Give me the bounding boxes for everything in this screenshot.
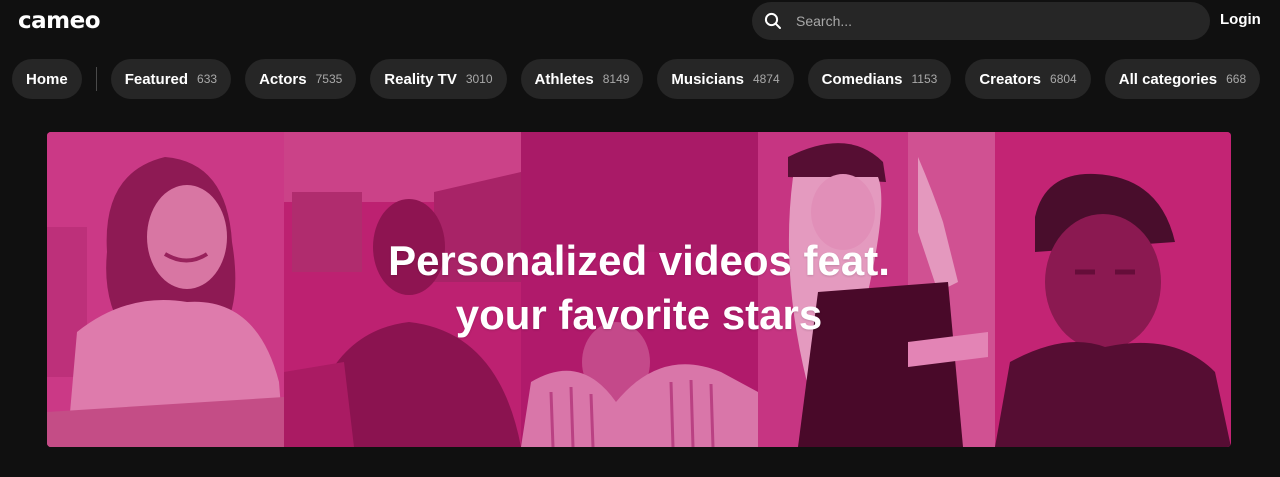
category-count: 7535 [315, 72, 343, 86]
category-count: 8149 [602, 72, 630, 86]
category-chip-creators[interactable]: Creators 6804 [965, 59, 1091, 99]
category-chip-musicians[interactable]: Musicians 4874 [657, 59, 794, 99]
login-link[interactable]: Login [1220, 11, 1261, 28]
category-count: 668 [1226, 72, 1247, 86]
category-chip-reality-tv[interactable]: Reality TV 3010 [370, 59, 507, 99]
hero-headline-line2: your favorite stars [455, 291, 823, 338]
category-chip-featured[interactable]: Featured 633 [110, 59, 232, 99]
category-count: 3010 [465, 72, 493, 86]
cameo-logo[interactable]: cameo [18, 7, 101, 35]
category-count: 1153 [911, 72, 938, 86]
category-chip-athletes[interactable]: Athletes 8149 [520, 59, 644, 99]
category-label: Creators [979, 70, 1042, 88]
category-label: All categories [1118, 70, 1218, 88]
search-icon [764, 12, 781, 29]
hero-headline: Personalized videos feat. your favorite … [47, 234, 1231, 342]
hero-banner: Personalized videos feat. your favorite … [47, 132, 1231, 447]
search-bar[interactable] [752, 2, 1210, 40]
category-count: 6804 [1050, 72, 1077, 86]
category-bar: Home Featured 633 Actors 7535 Reality TV… [12, 59, 1280, 100]
category-label: Actors [259, 70, 307, 88]
category-chip-comedians[interactable]: Comedians 1153 [807, 59, 952, 99]
category-label: Home [26, 70, 68, 88]
category-label: Reality TV [384, 70, 457, 88]
category-label: Featured [124, 70, 189, 88]
search-input[interactable] [796, 2, 1196, 40]
category-count: 4874 [752, 72, 780, 86]
category-divider [95, 67, 97, 91]
hero-headline-line1: Personalized videos feat. [388, 237, 890, 284]
category-label: Musicians [671, 70, 744, 88]
top-navigation-bar: cameo Login [0, 0, 1280, 44]
category-label: Comedians [821, 70, 903, 88]
category-count: 633 [197, 72, 218, 86]
category-chip-all-categories[interactable]: All categories 668 [1104, 59, 1261, 99]
category-chip-home[interactable]: Home [12, 59, 82, 99]
category-chip-actors[interactable]: Actors 7535 [245, 59, 357, 99]
category-label: Athletes [534, 70, 594, 88]
